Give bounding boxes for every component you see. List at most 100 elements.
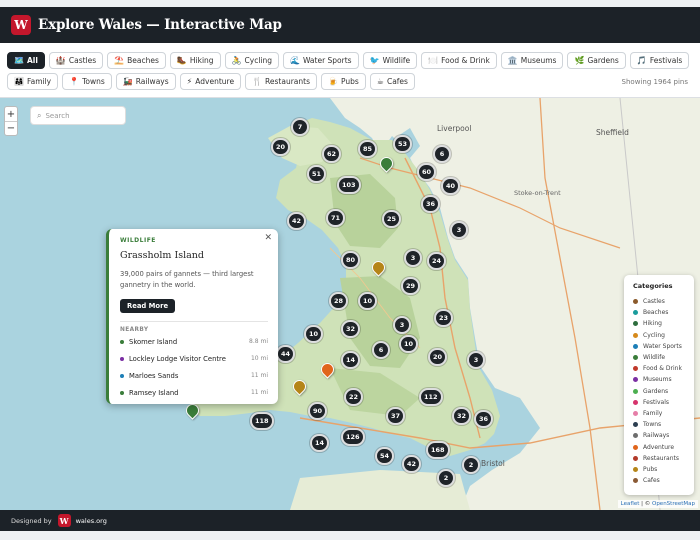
map-view[interactable]: Liverpool Sheffield Stoke-on-Trent Brist… <box>0 98 700 510</box>
nearby-item[interactable]: Lockley Lodge Visitor Centre 10 mi <box>120 350 268 367</box>
map-cluster[interactable]: 36 <box>474 410 494 428</box>
nearby-item[interactable]: Marloes Sands 11 mi <box>120 367 268 384</box>
filter-chip-festivals[interactable]: 🎵 Festivals <box>629 52 690 69</box>
wales-logo[interactable]: W <box>11 15 31 35</box>
legend-label: Food & Drink <box>643 365 682 373</box>
map-cluster[interactable]: 20 <box>428 348 448 366</box>
map-cluster[interactable]: 2 <box>437 469 455 487</box>
leaflet-link[interactable]: Leaflet <box>621 501 640 507</box>
map-cluster[interactable]: 90 <box>308 402 328 420</box>
map-cluster[interactable]: 7 <box>291 118 309 136</box>
map-cluster[interactable]: 25 <box>382 210 402 228</box>
legend-dot <box>633 366 638 372</box>
map-cluster[interactable]: 54 <box>375 447 395 465</box>
map-cluster[interactable]: 37 <box>386 407 406 425</box>
filter-chip-cycling[interactable]: 🚴 Cycling <box>224 52 280 69</box>
filter-chip-family[interactable]: 👨‍👩‍👧 Family <box>7 73 59 90</box>
filter-chip-all[interactable]: 🗺️ All <box>7 52 45 69</box>
nearby-distance: 10 mi <box>250 355 268 362</box>
legend-item: Wildlife <box>633 352 694 363</box>
filter-chip-castles[interactable]: 🏰 Castles <box>48 52 104 69</box>
map-cluster[interactable]: 32 <box>341 320 361 338</box>
map-cluster[interactable]: 60 <box>417 163 437 181</box>
filter-chip-gardens[interactable]: 🌿 Gardens <box>567 52 626 69</box>
map-cluster[interactable]: 28 <box>329 292 349 310</box>
close-icon[interactable]: ✕ <box>264 233 272 243</box>
map-cluster[interactable]: 53 <box>393 135 413 153</box>
filter-chip-railways[interactable]: 🚂 Railways <box>115 73 176 90</box>
map-cluster[interactable]: 62 <box>322 145 342 163</box>
filter-chip-museums[interactable]: 🏛️ Museums <box>500 52 564 69</box>
map-cluster[interactable]: 3 <box>467 351 485 369</box>
filter-chip-restaurants[interactable]: 🍴 Restaurants <box>245 73 317 90</box>
filter-chip-food-drink[interactable]: 🍽️ Food & Drink <box>421 52 497 69</box>
map-cluster[interactable]: 112 <box>419 388 443 406</box>
map-cluster[interactable]: 29 <box>401 277 421 295</box>
map-cluster[interactable]: 2 <box>462 456 480 474</box>
nearby-item[interactable]: Ramsey Island 11 mi <box>120 384 268 401</box>
filter-chip-towns[interactable]: 📍 Towns <box>62 73 112 90</box>
map-cluster[interactable]: 24 <box>427 252 447 270</box>
map-cluster[interactable]: 6 <box>433 145 451 163</box>
map-cluster[interactable]: 80 <box>341 251 361 269</box>
app-root: W Explore Wales — Interactive Map 🗺️ All 🏰… <box>0 0 700 540</box>
legend-dot <box>633 388 638 394</box>
nearby-item[interactable]: Skomer Island 8.8 mi <box>120 333 268 350</box>
filter-chip-adventure[interactable]: ⚡ Adventure <box>179 73 242 90</box>
nearby-distance: 8.8 mi <box>249 338 268 345</box>
legend-label: Castles <box>643 298 665 306</box>
legend-item: Water Sports <box>633 341 694 352</box>
map-cluster[interactable]: 42 <box>287 212 307 230</box>
map-cluster[interactable]: 14 <box>310 434 330 452</box>
map-cluster[interactable]: 71 <box>326 209 346 227</box>
map-cluster[interactable]: 42 <box>402 455 422 473</box>
map-cluster[interactable]: 36 <box>421 195 441 213</box>
zoom-in-button[interactable]: + <box>5 107 17 121</box>
cycling-icon: 🚴 <box>231 56 242 65</box>
osm-link[interactable]: OpenStreetMap <box>652 501 695 507</box>
map-cluster[interactable]: 85 <box>358 140 378 158</box>
zoom-out-button[interactable]: − <box>5 121 17 135</box>
filter-chip-cafes[interactable]: ☕ Cafes <box>369 73 415 90</box>
map-cluster[interactable]: 10 <box>399 335 419 353</box>
map-cluster[interactable]: 3 <box>450 221 468 239</box>
legend-label: Hiking <box>643 320 662 328</box>
map-cluster[interactable]: 23 <box>434 309 454 327</box>
legend-label: Adventure <box>643 443 675 451</box>
map-cluster[interactable]: 22 <box>344 388 364 406</box>
map-cluster[interactable]: 20 <box>271 138 291 156</box>
legend-dot <box>633 310 638 316</box>
map-cluster[interactable]: 51 <box>307 165 327 183</box>
app-header: W Explore Wales — Interactive Map <box>0 7 700 43</box>
food-drink-icon: 🍽️ <box>428 56 439 65</box>
map-cluster[interactable]: 10 <box>358 292 378 310</box>
filter-chip-label: Family <box>26 77 52 86</box>
site-link[interactable]: wales.org <box>76 517 107 525</box>
map-cluster[interactable]: 6 <box>372 341 390 359</box>
page-title: Explore Wales — Interactive Map <box>38 17 282 33</box>
wildlife-icon: 🐦 <box>369 56 380 65</box>
map-cluster[interactable]: 3 <box>404 249 422 267</box>
map-cluster[interactable]: 32 <box>452 407 472 425</box>
legend-dot <box>633 444 638 450</box>
attribution-separator: | © <box>639 501 652 507</box>
filter-chip-beaches[interactable]: ⛱️ Beaches <box>107 52 166 69</box>
filter-chip-pubs[interactable]: 🍺 Pubs <box>321 73 366 90</box>
map-cluster[interactable]: 103 <box>337 176 361 194</box>
filter-chip-hiking[interactable]: 🥾 Hiking <box>169 52 221 69</box>
read-more-button[interactable]: Read More <box>120 299 176 313</box>
map-cluster[interactable]: 3 <box>393 316 411 334</box>
map-tiles[interactable]: Liverpool Sheffield Stoke-on-Trent Brist… <box>0 98 700 510</box>
popup-category: WILDLIFE <box>120 237 156 244</box>
map-search-box[interactable]: ⌕ Search <box>30 106 126 125</box>
map-cluster[interactable]: 118 <box>250 412 274 430</box>
map-cluster[interactable]: 14 <box>341 351 361 369</box>
filter-chip-water-sports[interactable]: 🌊 Water Sports <box>283 52 359 69</box>
map-cluster[interactable]: 168 <box>426 441 450 459</box>
map-cluster[interactable]: 126 <box>341 428 365 446</box>
filter-chip-wildlife[interactable]: 🐦 Wildlife <box>362 52 418 69</box>
map-cluster[interactable]: 44 <box>276 345 296 363</box>
map-cluster[interactable]: 10 <box>304 325 324 343</box>
map-cluster[interactable]: 40 <box>441 177 461 195</box>
search-input[interactable]: Search <box>45 112 69 120</box>
